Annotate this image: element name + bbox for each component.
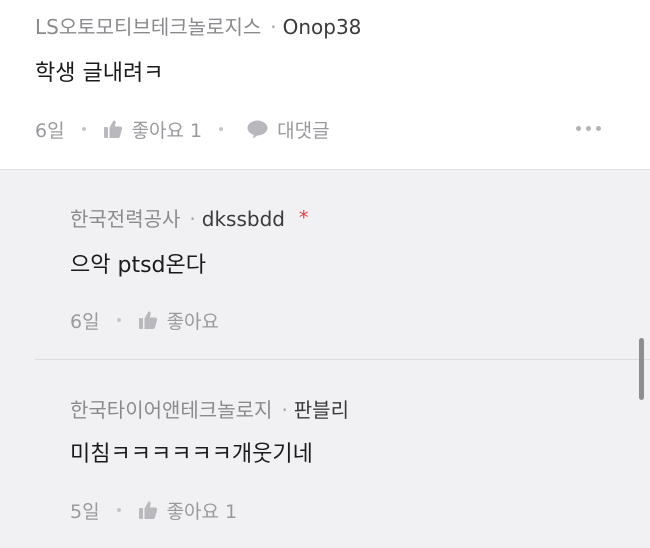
action-dot — [219, 127, 224, 131]
reply-time: 5일 — [70, 500, 100, 523]
reply-time: 6일 — [70, 310, 100, 333]
reply-actions: 6일 좋아요 — [70, 307, 219, 334]
author-nickname[interactable]: Onop38 — [283, 15, 362, 39]
like-count-label: 좋아요 — [166, 310, 220, 333]
main-comment: LS오토모티브테크놀로지스 · Onop38 학생 글내려ㅋ 6일 좋아요 1 대댓… — [0, 0, 650, 169]
author-nickname[interactable]: dkssbdd — [202, 207, 285, 231]
thumbs-up-icon — [138, 311, 157, 329]
more-dot — [586, 126, 591, 131]
author-badge-star: * — [298, 207, 309, 229]
comment-thread: LS오토모티브테크놀로지스 · Onop38 학생 글내려ㅋ 6일 좋아요 1 대댓… — [0, 0, 650, 548]
scrollbar-thumb[interactable] — [639, 338, 644, 400]
reply-text: 으악 ptsd온다 — [70, 253, 206, 278]
more-options-icon[interactable] — [576, 126, 601, 131]
action-dot — [116, 508, 121, 512]
comment-actions: 6일 좋아요 1 대댓글 — [35, 116, 330, 143]
author-company[interactable]: 한국타이어앤테크놀로지 — [70, 398, 272, 422]
replies-section: 한국전력공사 · dkssbdd * 으악 ptsd온다 6일 좋아요 한국타이어앤테… — [0, 169, 650, 548]
reply-button[interactable]: 대댓글 — [247, 116, 330, 143]
comment-text: 학생 글내려ㅋ — [35, 61, 164, 86]
thumbs-up-icon — [103, 120, 122, 138]
like-button[interactable]: 좋아요 1 — [103, 116, 203, 143]
reply-divider — [35, 359, 650, 360]
meta-separator: · — [270, 15, 277, 39]
reply-meta: 한국타이어앤테크놀로지 · 판블리 — [70, 398, 349, 422]
thumbs-up-icon — [138, 501, 157, 519]
more-dot — [576, 126, 581, 131]
reply-label: 대댓글 — [277, 119, 330, 142]
author-nickname[interactable]: 판블리 — [294, 398, 349, 422]
author-company[interactable]: LS오토모티브테크놀로지스 — [35, 15, 261, 39]
like-button[interactable]: 좋아요 — [138, 307, 219, 334]
more-dot — [596, 126, 601, 131]
comment-meta: LS오토모티브테크놀로지스 · Onop38 — [35, 15, 361, 39]
like-count-label: 좋아요 1 — [166, 500, 238, 523]
reply-meta: 한국전력공사 · dkssbdd * — [70, 207, 308, 232]
speech-bubble-icon — [247, 120, 268, 138]
reply-text: 미침ㅋㅋㅋㅋㅋㅋ개웃기네 — [70, 442, 313, 467]
like-count-label: 좋아요 1 — [131, 119, 203, 142]
author-company[interactable]: 한국전력공사 — [70, 207, 180, 231]
reply-actions: 5일 좋아요 1 — [70, 497, 238, 524]
comment-time: 6일 — [35, 119, 65, 142]
action-dot — [116, 318, 121, 322]
meta-separator: · — [281, 398, 288, 422]
action-dot — [81, 127, 86, 131]
like-button[interactable]: 좋아요 1 — [138, 497, 238, 524]
meta-separator: · — [189, 207, 196, 231]
